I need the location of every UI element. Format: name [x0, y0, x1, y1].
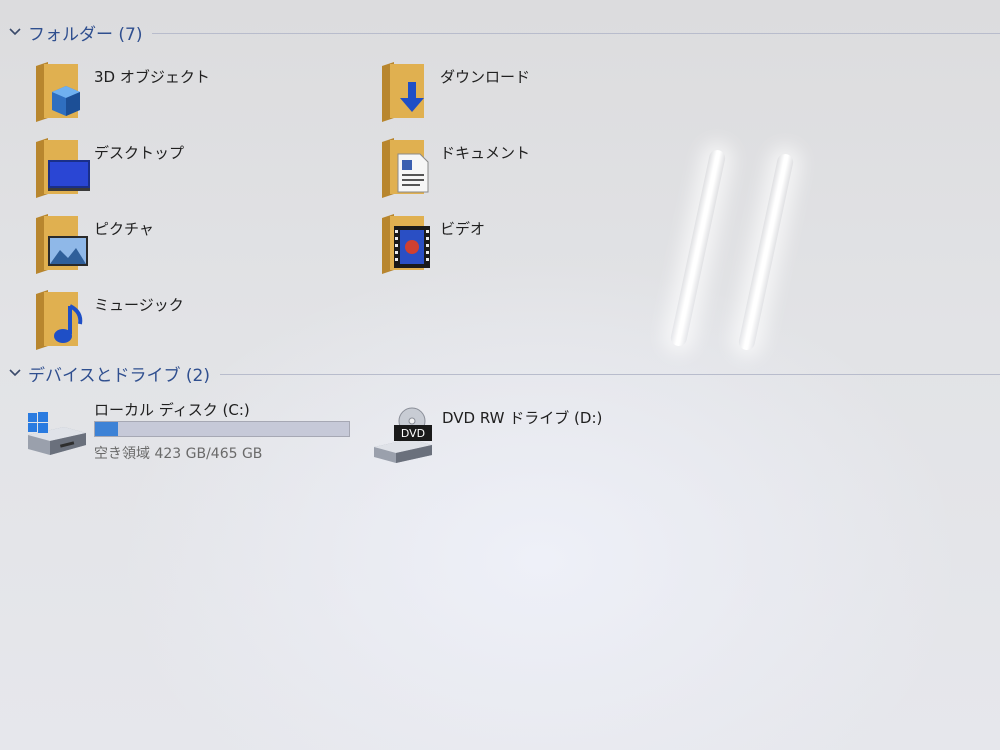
devices-group-header[interactable]: デバイスとドライブ (2) — [8, 361, 1000, 386]
folder-label: ドキュメント — [440, 144, 531, 162]
chevron-down-icon[interactable] — [8, 25, 22, 39]
folder-item-documents[interactable]: ドキュメント — [378, 138, 530, 198]
drive-name: DVD RW ドライブ (D:) — [442, 409, 603, 427]
folder-pictures-icon — [36, 214, 88, 274]
folder-label: ダウンロード — [440, 68, 531, 86]
folder-music-icon — [36, 290, 83, 350]
chevron-down-icon[interactable] — [8, 366, 22, 380]
folder-3d-objects-icon — [36, 62, 80, 122]
light-glare — [669, 148, 727, 348]
folder-item-3d-objects[interactable]: 3D オブジェクト — [32, 62, 210, 122]
drive-name: ローカル ディスク (C:) — [94, 401, 250, 419]
windows-drive-icon — [28, 412, 86, 455]
folder-label: 3D オブジェクト — [94, 68, 210, 86]
dvd-icon-text: DVD — [401, 427, 425, 440]
drive-free-space: 空き領域 423 GB/465 GB — [94, 446, 263, 462]
folder-item-downloads[interactable]: ダウンロード — [378, 62, 530, 122]
folder-item-pictures[interactable]: ピクチャ — [32, 214, 154, 274]
folder-item-videos[interactable]: ビデオ — [378, 214, 485, 274]
folder-label: ビデオ — [440, 220, 486, 238]
folders-group-header[interactable]: フォルダー (7) — [8, 20, 1000, 45]
drive-usage-bar — [94, 421, 350, 437]
folders-group-title: フォルダー (7) — [28, 24, 143, 45]
devices-group-title: デバイスとドライブ (2) — [28, 365, 210, 386]
folder-label: ミュージック — [94, 296, 184, 314]
dvd-drive-icon: DVD — [374, 407, 432, 463]
folder-downloads-icon — [382, 62, 424, 122]
drive-item-local-disk-c[interactable]: ローカル ディスク (C:) 空き領域 423 GB/465 GB — [24, 399, 364, 463]
folder-videos-icon — [382, 214, 430, 274]
folder-label: デスクトップ — [94, 144, 185, 162]
folder-label: ピクチャ — [94, 220, 154, 238]
group-divider — [152, 32, 1000, 34]
drive-usage-fill — [95, 422, 118, 436]
folder-documents-icon — [382, 138, 429, 198]
folder-item-desktop[interactable]: デスクトップ — [32, 138, 184, 198]
drive-item-dvd-rw-d[interactable]: DVD DVD RW ドライブ (D:) — [372, 407, 632, 463]
group-divider — [219, 373, 1000, 375]
light-glare — [737, 152, 795, 352]
folder-item-music[interactable]: ミュージック — [32, 290, 184, 350]
folder-desktop-icon — [36, 138, 90, 198]
